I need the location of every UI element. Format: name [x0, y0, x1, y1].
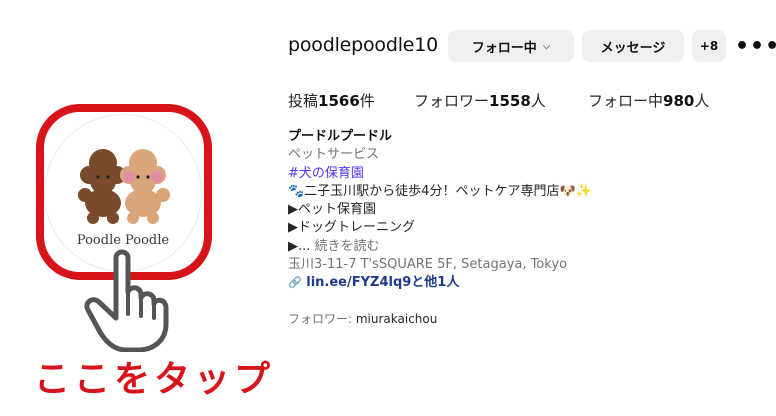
add-user-icon: +8: [699, 39, 719, 53]
more-options-icon[interactable]: •••: [735, 34, 776, 59]
following-unit: 人: [694, 92, 710, 110]
tap-here-caption: ここをタップ: [34, 359, 275, 400]
link-icon: 🔗: [288, 276, 302, 290]
message-button[interactable]: メッセージ: [582, 30, 684, 62]
read-more-link[interactable]: 続きを読む: [315, 239, 380, 254]
followed-by[interactable]: フォロワー: miurakaichou: [288, 310, 437, 327]
message-button-label: メッセージ: [600, 40, 666, 56]
following-button-label: フォロー中: [471, 40, 537, 56]
bio-line-2: ▶ペット保育園: [288, 202, 376, 218]
following-button[interactable]: フォロー中 ⌵: [448, 30, 574, 62]
followers-label: フォロワー: [414, 92, 490, 110]
avatar-logo-text: Poodle Poodle: [76, 233, 170, 248]
followers-count: 1558: [489, 92, 531, 110]
following-label: フォロー中: [588, 92, 664, 110]
bio-hashtag-link[interactable]: #犬の保育園: [288, 165, 758, 183]
followers-stat[interactable]: フォロワー1558人: [414, 90, 546, 111]
posts-count: 1566: [318, 92, 360, 110]
add-user-button[interactable]: +8: [692, 30, 726, 62]
bio-address[interactable]: 玉川3-11-7 T'sSQUARE 5F, Setagaya, Tokyo: [288, 256, 758, 274]
profile-category: ペットサービス: [288, 147, 380, 163]
following-stat[interactable]: フォロー中980人: [588, 90, 709, 111]
bio-line-1: 🐾二子玉川駅から徒歩4分！ペットケア専門店🐶✨: [288, 183, 592, 199]
bio-link-text: lin.ee/FYZ4lq9と他1人: [306, 275, 460, 291]
posts-stat[interactable]: 投稿1566件: [288, 90, 375, 111]
followed-by-user: miurakaichou: [355, 312, 438, 326]
bio-external-link[interactable]: 🔗 lin.ee/FYZ4lq9と他1人: [288, 274, 758, 292]
chevron-down-icon: ⌵: [542, 40, 551, 52]
posts-label: 投稿: [288, 92, 319, 110]
bio-line-4: ▶... 続きを読む: [288, 238, 758, 256]
profile-bio: プードルプードル ペットサービス #犬の保育園 🐾二子玉川駅から徒歩4分！ペット…: [288, 128, 758, 293]
followed-by-label: フォロワー:: [288, 312, 356, 326]
bio-line-3: ▶ドッグトレーニング: [288, 220, 415, 236]
posts-unit: 件: [359, 92, 375, 110]
followers-unit: 人: [530, 92, 546, 110]
bio-line-4-prefix: ▶...: [288, 238, 311, 254]
pointing-hand-icon: [84, 249, 169, 352]
username: poodlepoodle10: [288, 34, 439, 56]
profile-name: プードルプードル: [288, 129, 393, 144]
following-count: 980: [663, 92, 695, 110]
